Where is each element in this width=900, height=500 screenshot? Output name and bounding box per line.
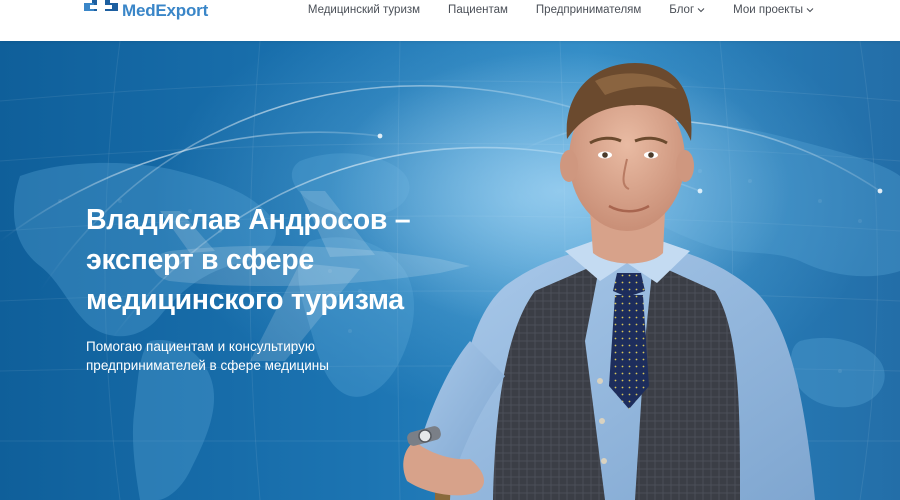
nav-item-entrepreneurs[interactable]: Предпринимателям — [536, 4, 641, 16]
nav-item-label: Пациентам — [448, 4, 508, 16]
nav-item-label: Мои проекты — [733, 4, 803, 16]
main-nav: Медицинский туризм Пациентам Предпринима… — [308, 2, 814, 18]
site-header: MedExport Медицинский туризм Пациентам П… — [0, 0, 900, 41]
hero-section: Владислав Андросов – эксперт в сфере мед… — [0, 41, 900, 500]
nav-item-patients[interactable]: Пациентам — [448, 4, 508, 16]
chevron-down-icon — [697, 8, 705, 13]
hero-subtitle: Помогаю пациентам и консультирую предпри… — [86, 337, 406, 375]
nav-item-blog[interactable]: Блог — [669, 4, 705, 16]
nav-item-my-projects[interactable]: Мои проекты — [733, 4, 814, 16]
nav-item-medical-tourism[interactable]: Медицинский туризм — [308, 4, 420, 16]
chevron-down-icon — [806, 8, 814, 13]
hero-subtitle-line: предпринимателей в сфере медицины — [86, 358, 329, 373]
logo-link[interactable]: MedExport — [84, 0, 208, 22]
nav-item-label: Предпринимателям — [535, 4, 642, 16]
expert-portrait-photo — [403, 63, 815, 500]
nav-item-label: Блог — [669, 4, 695, 16]
nav-item-label: Медицинский туризм — [307, 4, 421, 16]
medical-cross-logo-icon — [84, 0, 118, 22]
hero-subtitle-line: Помогаю пациентам и консультирую — [86, 339, 315, 354]
brand-name: MedExport — [122, 1, 209, 20]
